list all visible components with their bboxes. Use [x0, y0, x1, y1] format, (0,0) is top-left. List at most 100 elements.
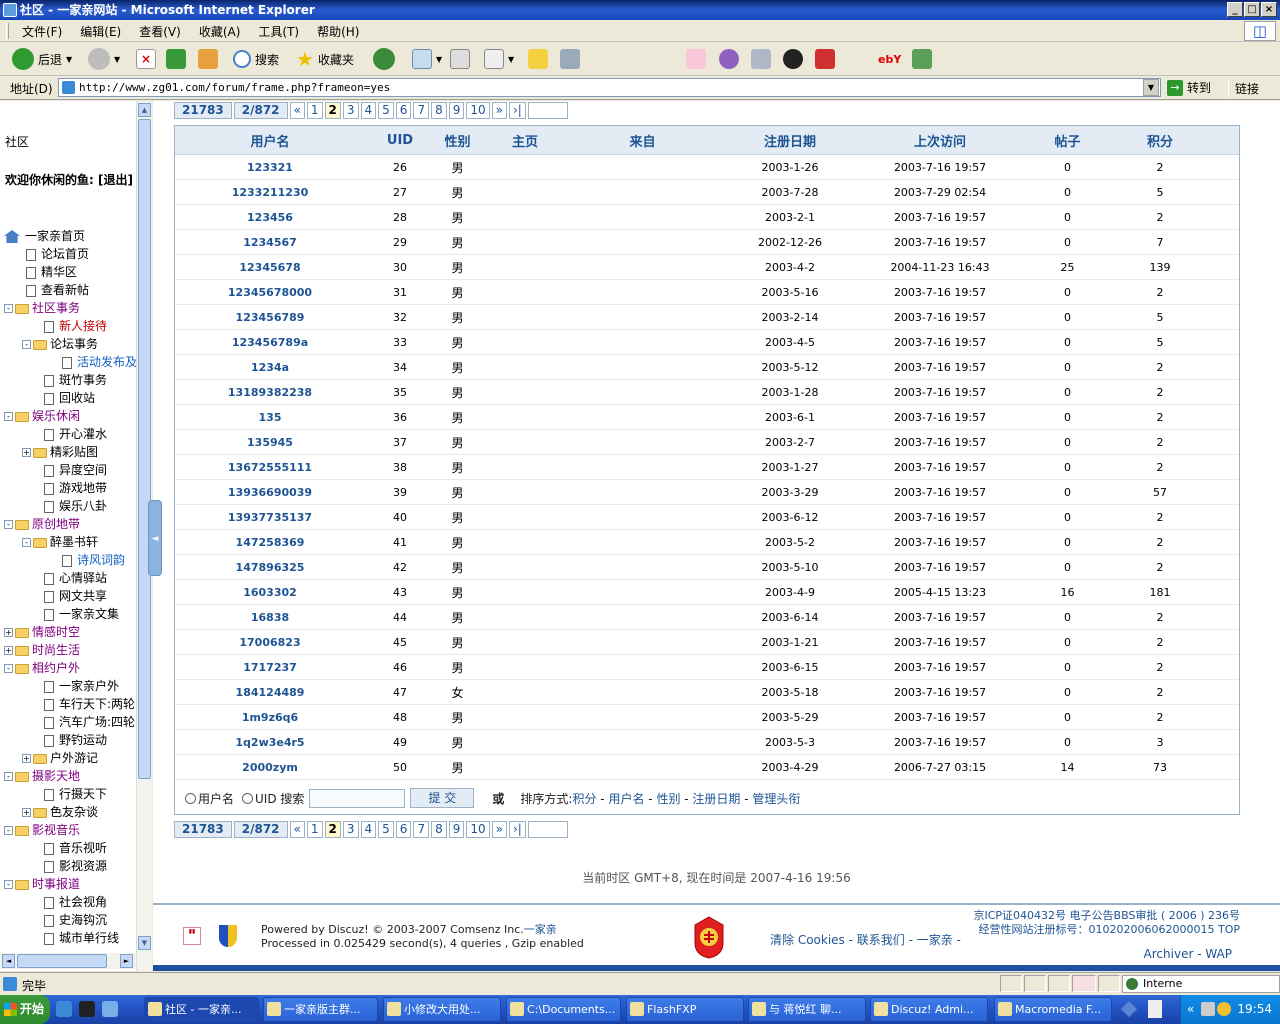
scroll-thumb[interactable] [138, 119, 151, 779]
page-link[interactable]: 10 [466, 101, 490, 119]
collapse-icon[interactable]: - [4, 880, 13, 889]
disc-button[interactable] [719, 47, 739, 71]
sort-link[interactable]: 管理头衔 [752, 792, 800, 806]
username-link[interactable]: 12345678 [175, 261, 365, 274]
page-link[interactable]: » [491, 820, 507, 838]
menu-item[interactable]: 帮助(H) [308, 20, 368, 43]
page-link[interactable]: 5 [378, 101, 394, 119]
username-link[interactable]: 123321 [175, 161, 365, 174]
refresh-button[interactable] [166, 47, 186, 71]
history-button[interactable] [373, 47, 395, 71]
collapse-icon[interactable]: - [4, 412, 13, 421]
username-link[interactable]: 1603302 [175, 586, 365, 599]
sidebar-tree-item[interactable]: 车行天下:两轮 [4, 695, 136, 713]
people-button[interactable] [912, 47, 932, 71]
username-link[interactable]: 123456789a [175, 336, 365, 349]
ie-quicklaunch-icon[interactable] [56, 1001, 72, 1017]
forward-button[interactable]: ▼ [88, 47, 120, 71]
username-link[interactable]: 123456 [175, 211, 365, 224]
page-link[interactable]: 6 [395, 101, 412, 119]
ebay-button[interactable]: ebY [878, 47, 901, 71]
tray-icon-2[interactable] [1217, 1002, 1231, 1016]
sort-link[interactable]: 用户名 [608, 792, 644, 806]
sidebar-tree-item[interactable]: 一家亲户外 [4, 677, 136, 695]
column-header[interactable]: 来自 [570, 131, 715, 150]
scroll-up-arrow-icon[interactable]: ▲ [138, 103, 151, 117]
sidebar-tree-item[interactable]: + 情感时空 [4, 623, 136, 641]
qq-quicklaunch-icon[interactable] [79, 1001, 95, 1017]
go-button[interactable]: → 转到 [1167, 79, 1211, 96]
scroll-left-arrow-icon[interactable]: ◄ [2, 954, 15, 968]
flashget-button[interactable] [815, 47, 835, 71]
username-link[interactable]: 16838 [175, 611, 365, 624]
sidebar-tree-item[interactable]: 一家亲文集 [4, 605, 136, 623]
sidebar-tree-item[interactable]: 异度空间 [4, 461, 136, 479]
taskbar-button[interactable]: FlashFXP [626, 997, 744, 1022]
page-link[interactable]: 7 [413, 101, 430, 119]
taskbar-button[interactable]: C:\Documents... [506, 997, 621, 1022]
edit-button[interactable]: ▼ [484, 47, 514, 71]
page-link[interactable]: 8 [431, 101, 447, 119]
column-header[interactable]: UID [365, 133, 435, 148]
sidebar-tree-item[interactable]: 回收站 [4, 389, 136, 407]
sidebar-tree-item[interactable]: 网文共享 [4, 587, 136, 605]
horizontal-scroll-thumb[interactable] [17, 954, 107, 968]
username-link[interactable]: 13936690039 [175, 486, 365, 499]
sidebar-tree-item[interactable]: 影视资源 [4, 857, 136, 875]
column-header[interactable]: 性别 [435, 131, 480, 150]
menu-item[interactable]: 查看(V) [130, 20, 190, 43]
sidebar-tree-item[interactable]: - 娱乐休闲 [4, 407, 136, 425]
collapse-icon[interactable]: - [22, 538, 31, 547]
sidebar-tree-item[interactable]: 一家亲首页 [4, 227, 136, 245]
uid-radio[interactable] [242, 792, 254, 804]
page-link[interactable]: « [289, 101, 305, 119]
stop-button[interactable]: × [136, 47, 156, 71]
sidebar-tree-item[interactable]: 野钓运动 [4, 731, 136, 749]
address-input[interactable]: http://www.zg01.com/forum/frame.php?fram… [58, 78, 1161, 97]
page-link[interactable]: « [289, 820, 305, 838]
collapse-icon[interactable]: - [4, 826, 13, 835]
menu-item[interactable]: 收藏(A) [190, 20, 250, 43]
page-link[interactable]: 1 [306, 820, 323, 838]
sidebar-tree-item[interactable]: 游戏地带 [4, 479, 136, 497]
sidebar-tree-item[interactable]: 心情驿站 [4, 569, 136, 587]
username-link[interactable]: 17006823 [175, 636, 365, 649]
ime-icon[interactable] [1148, 1000, 1162, 1018]
close-button[interactable]: × [1261, 2, 1277, 17]
sidebar-tree-item[interactable]: 精华区 [4, 263, 136, 281]
taskbar-button[interactable]: 小修改大用处... [383, 997, 501, 1022]
sidebar-tree-item[interactable]: - 相约户外 [4, 659, 136, 677]
media-button[interactable] [751, 47, 771, 71]
sidebar-tree-item[interactable]: 社会视角 [4, 893, 136, 911]
taskbar-button[interactable]: 与 蒋悦红 聊... [748, 997, 866, 1022]
taskbar-button[interactable]: Macromedia F... [994, 997, 1112, 1022]
sidebar-tree-item[interactable]: 娱乐八卦 [4, 497, 136, 515]
username-link[interactable]: 1m9z6q6 [175, 711, 365, 724]
sidebar-tree-item[interactable]: - 影视音乐 [4, 821, 136, 839]
icp-line-1[interactable]: 京ICP证040432号 电子公告BBS审批 ( 2006 ) 236号 [974, 909, 1241, 923]
cnzz-stats-icon[interactable]: ▮▮ [183, 927, 201, 945]
page-link[interactable]: 3 [342, 101, 359, 119]
page-link[interactable]: 2 [324, 820, 341, 838]
desktop-toggle-icon[interactable] [1120, 1000, 1138, 1018]
sidebar-tree-item[interactable]: - 社区事务 [4, 299, 136, 317]
sidebar-tree-item[interactable]: 斑竹事务 [4, 371, 136, 389]
hello-kitty-button[interactable] [686, 47, 706, 71]
sidebar-tree-item[interactable]: 汽车广场:四轮 [4, 713, 136, 731]
popup-blocked-icon[interactable] [1072, 975, 1096, 992]
sidebar-tree-item[interactable]: 开心灌水 [4, 425, 136, 443]
username-link[interactable]: 1234567 [175, 236, 365, 249]
sidebar-tree-item[interactable]: + 户外游记 [4, 749, 136, 767]
favorites-button[interactable]: ★ 收藏夹 [296, 47, 354, 71]
sidebar-tree-item[interactable]: 活动发布及 [4, 353, 136, 371]
page-link[interactable]: 4 [360, 820, 377, 838]
page-link[interactable]: 9 [448, 101, 465, 119]
collapse-sidebar-handle[interactable]: ◄ [148, 500, 162, 576]
sidebar-tree-item[interactable]: 音乐视听 [4, 839, 136, 857]
home-button[interactable] [198, 47, 218, 71]
username-link[interactable]: 13937735137 [175, 511, 365, 524]
username-link[interactable]: 12345678000 [175, 286, 365, 299]
sidebar-tree-item[interactable]: + 色友杂谈 [4, 803, 136, 821]
collapse-icon[interactable]: - [4, 664, 13, 673]
sidebar-tree-item[interactable]: 城市单行线 [4, 929, 136, 947]
